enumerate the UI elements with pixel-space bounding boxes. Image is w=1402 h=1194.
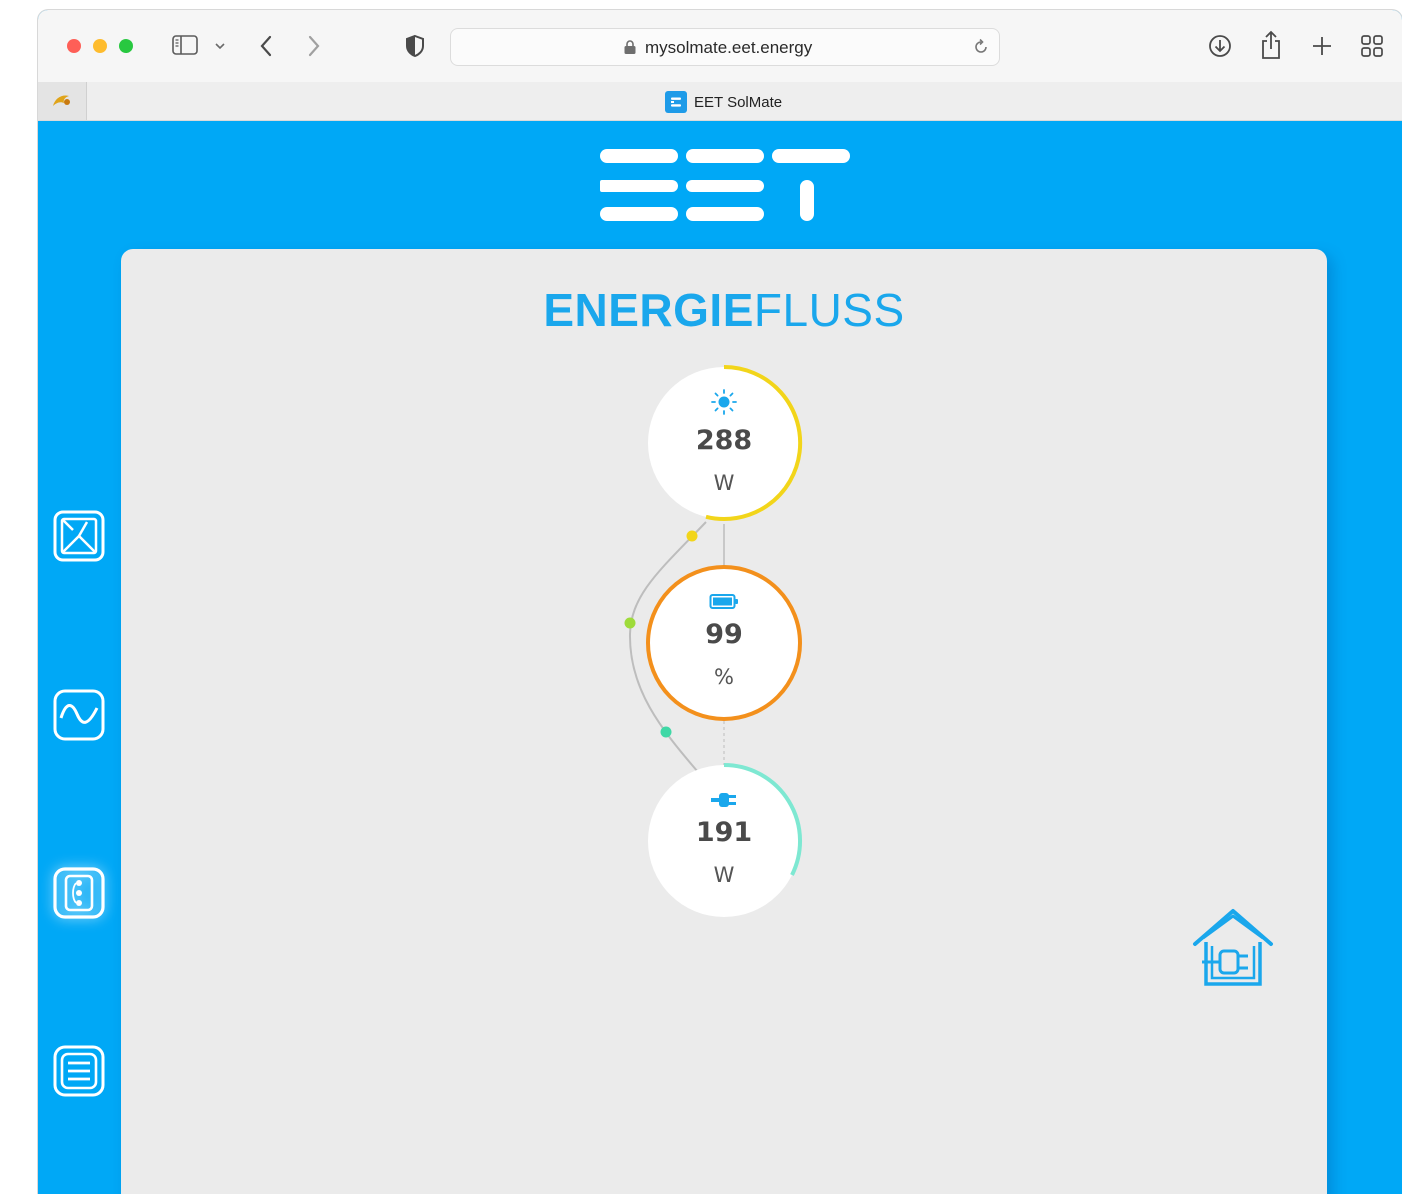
forward-icon[interactable] [301, 33, 327, 59]
nav-energy-flow-button[interactable] [52, 866, 106, 920]
nav-chart-button[interactable] [52, 688, 106, 742]
pinned-tab-favicon-icon [53, 95, 70, 106]
energy-flow-icon [53, 867, 105, 919]
downloads-icon[interactable] [1206, 32, 1234, 60]
share-icon[interactable] [1257, 29, 1285, 61]
chevron-down-icon[interactable] [210, 36, 230, 56]
menu-list-icon [53, 1045, 105, 1097]
solar-ring [705, 364, 803, 521]
flow-dot-middle [624, 617, 636, 629]
page-content: ENERGIEFLUSS 288 W 99 % 191 W [38, 121, 1402, 1194]
privacy-shield-icon[interactable] [402, 33, 428, 59]
tab-overview-icon[interactable] [1358, 32, 1386, 60]
nav-dashboard-button[interactable] [52, 509, 106, 563]
browser-toolbar: mysolmate.eet.energy [38, 10, 1402, 83]
active-tab[interactable]: EET SolMate [665, 91, 782, 113]
flow-dot-solar [686, 530, 698, 542]
flow-dot-grid [660, 726, 672, 738]
house-plug-icon[interactable] [1190, 906, 1276, 992]
zoom-window-button[interactable] [119, 39, 133, 53]
sidebar-toggle-icon[interactable] [172, 35, 198, 55]
new-tab-icon[interactable] [1308, 32, 1336, 60]
browser-window: mysolmate.eet.energy EET SolMate ENERGIE… [38, 10, 1402, 1194]
energy-flow-panel: ENERGIEFLUSS 288 W 99 % 191 W [121, 249, 1327, 1194]
tab-title: EET SolMate [694, 93, 783, 111]
grid-ring [723, 763, 803, 876]
wave-chart-icon [53, 689, 105, 741]
battery-ring [646, 565, 802, 721]
back-icon[interactable] [253, 33, 279, 59]
dashboard-icon [53, 510, 105, 562]
pinned-tab[interactable] [38, 82, 87, 120]
tab-bar: EET SolMate [38, 82, 1402, 121]
address-bar[interactable]: mysolmate.eet.energy [450, 28, 1000, 66]
lock-icon [624, 40, 636, 54]
eet-logo [600, 149, 850, 221]
nav-menu-button[interactable] [52, 1044, 106, 1098]
minimize-window-button[interactable] [93, 39, 107, 53]
eet-favicon-icon [665, 91, 687, 113]
close-window-button[interactable] [67, 39, 81, 53]
reload-icon[interactable] [971, 37, 991, 57]
url-text: mysolmate.eet.energy [645, 38, 813, 57]
